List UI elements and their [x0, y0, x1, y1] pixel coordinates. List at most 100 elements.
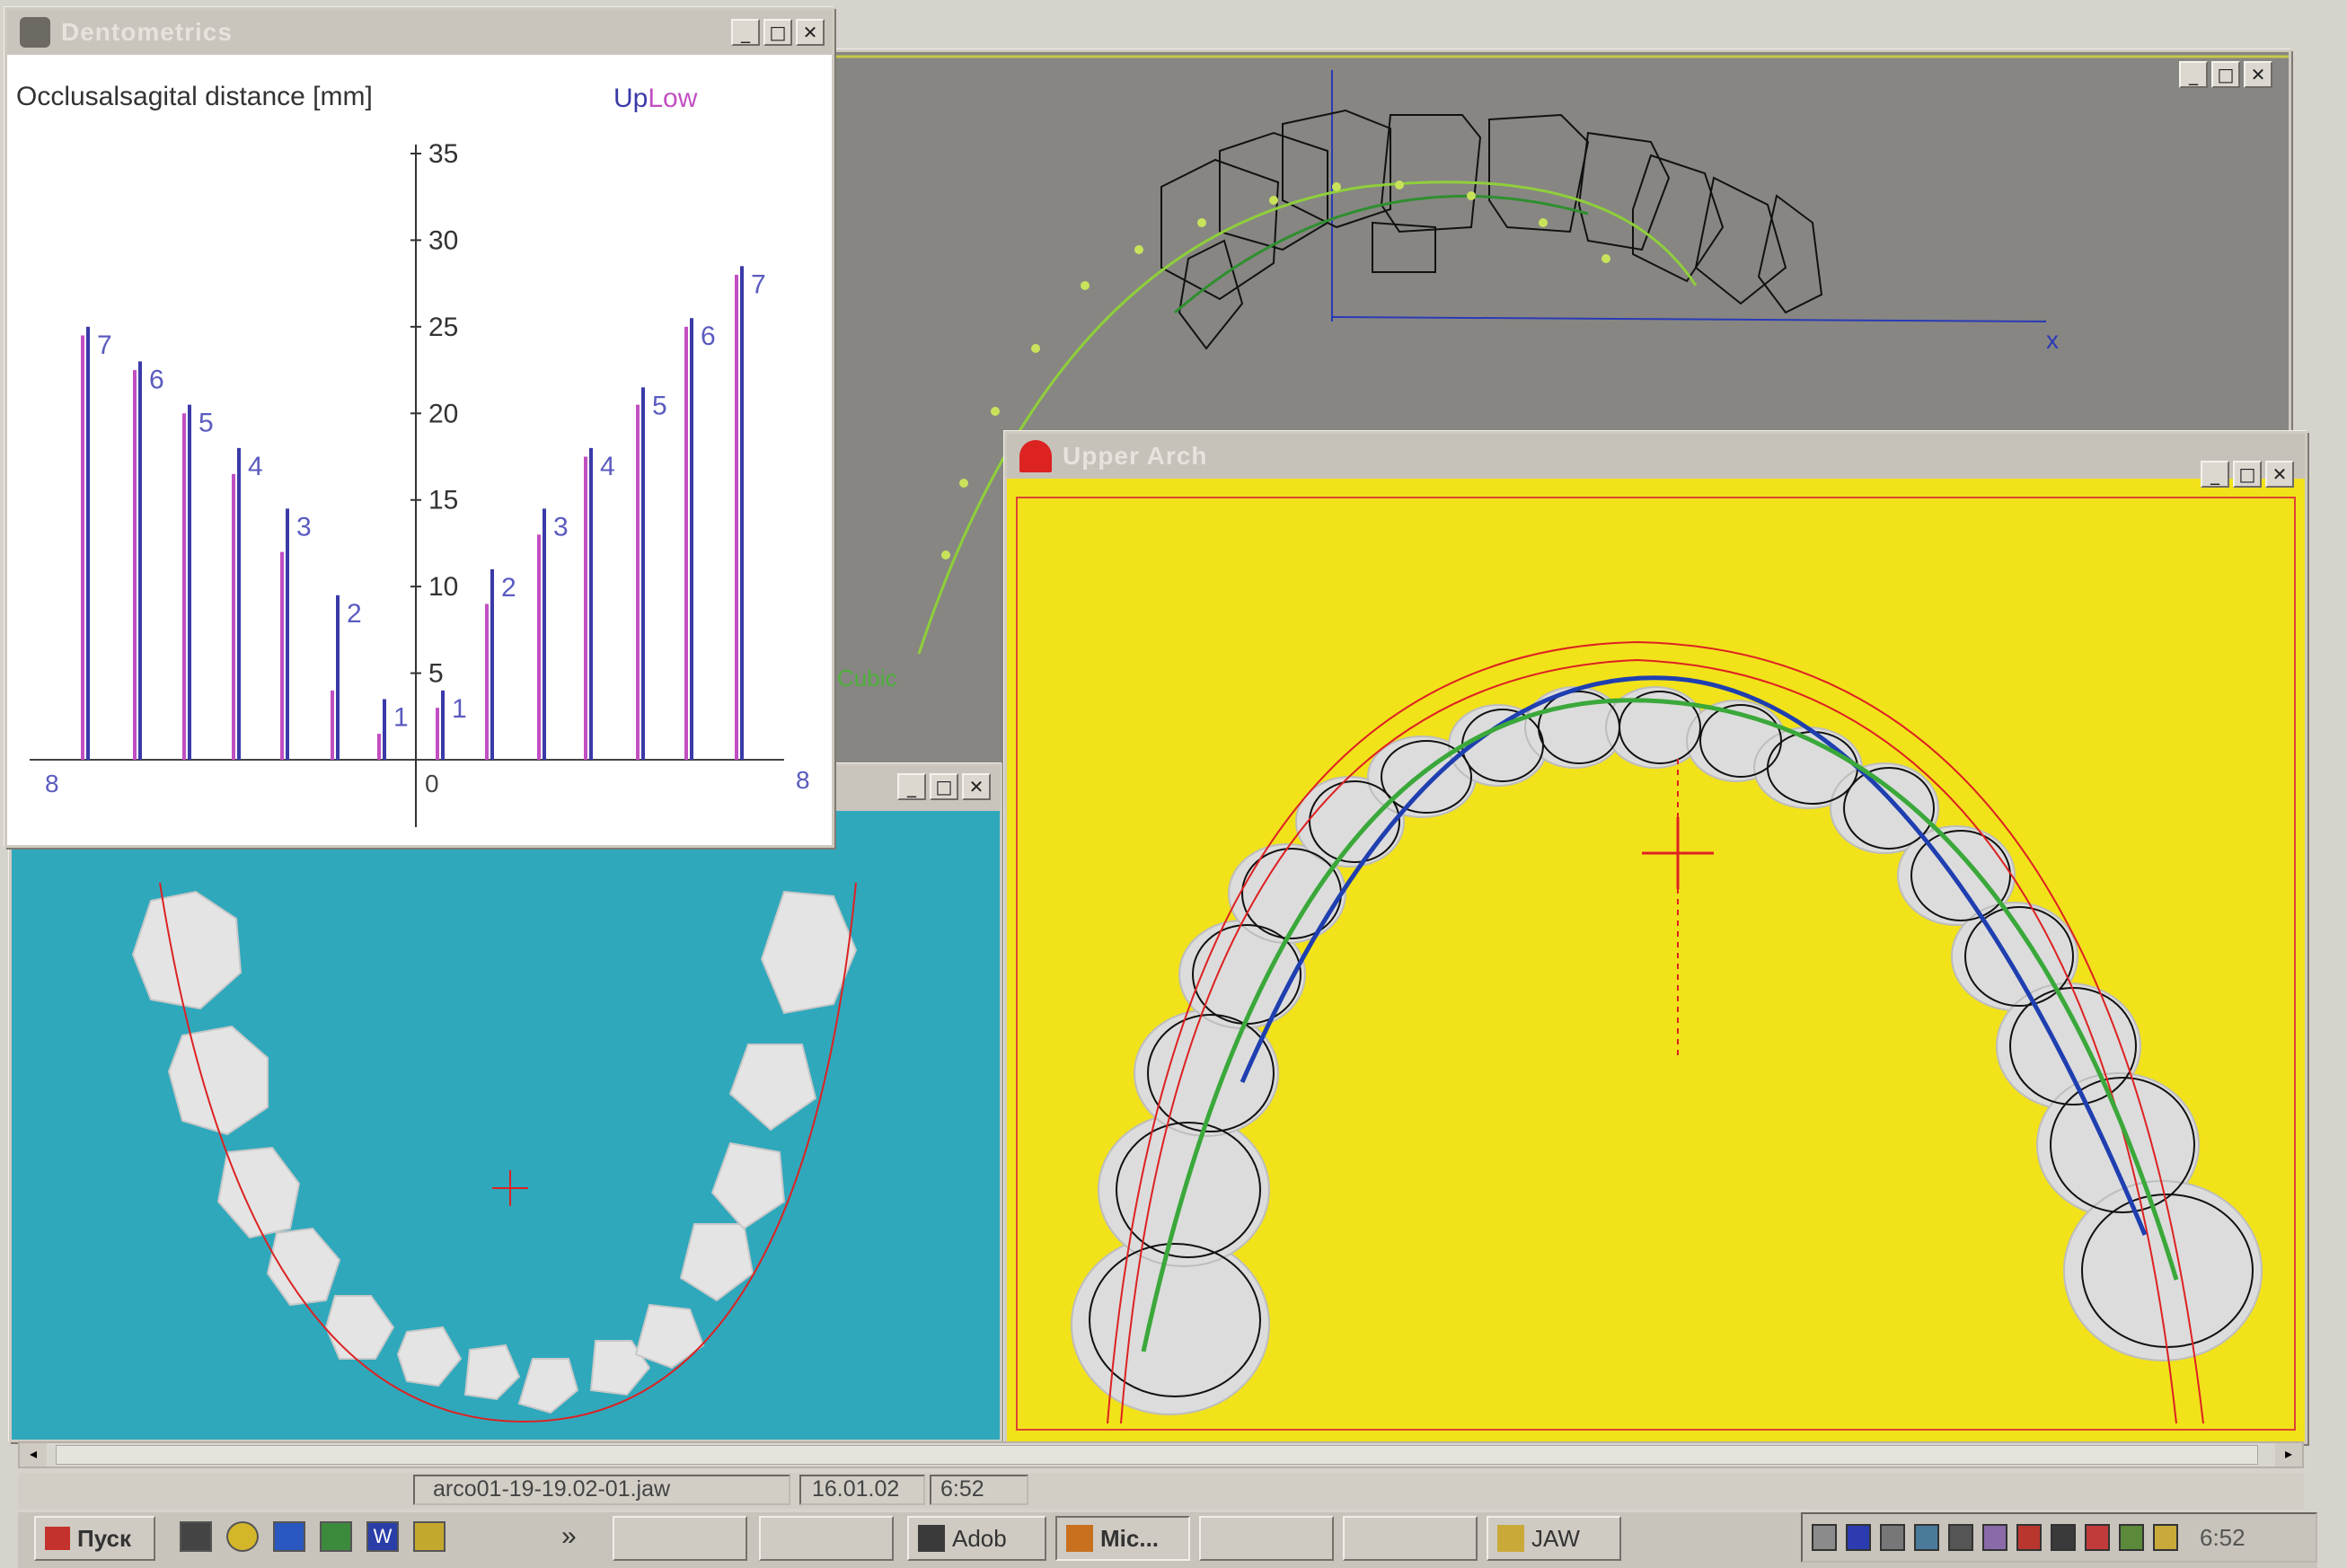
quick-launch: W — [180, 1521, 446, 1552]
chart-heading: Occlusalsagital distance [mm] — [16, 82, 373, 111]
start-button[interactable]: Пуск — [34, 1516, 155, 1561]
sound-icon[interactable] — [1880, 1524, 1905, 1551]
browser-icon[interactable] — [273, 1521, 305, 1552]
close-button[interactable]: ✕ — [962, 773, 991, 800]
bar-up — [490, 568, 494, 760]
lower-window-controls: _ □ ✕ — [897, 773, 991, 800]
status-date: 16.01.02 — [799, 1475, 925, 1505]
start-label: Пуск — [77, 1524, 131, 1552]
scroll-right-arrow[interactable]: ▸ — [2275, 1443, 2302, 1467]
bar-up — [336, 595, 340, 760]
bar-low — [636, 404, 640, 760]
bar-low — [537, 534, 541, 760]
bar-label: 7 — [751, 269, 766, 299]
task-label: Mic... — [1100, 1524, 1160, 1552]
upper-window-controls: _ □ ✕ — [2201, 461, 2294, 488]
maximize-button[interactable]: □ — [930, 773, 958, 800]
arch-icon — [1019, 440, 1052, 472]
y-tick-label: 25 — [428, 313, 458, 342]
minimize-button[interactable]: _ — [897, 773, 926, 800]
lower-arch-canvas — [12, 811, 1000, 1440]
legend: UpLow — [613, 84, 697, 114]
bar-low — [584, 456, 587, 760]
adobe-icon — [918, 1525, 945, 1552]
tray-app-icon-2[interactable] — [1948, 1524, 1973, 1551]
tray-app-icon-5[interactable] — [2085, 1524, 2110, 1551]
task-label: JAW — [1531, 1524, 1580, 1552]
taskbar-item-blank-2[interactable] — [759, 1516, 894, 1561]
app-launch-icon[interactable] — [413, 1521, 446, 1552]
taskbar-item-blank-1[interactable] — [613, 1516, 747, 1561]
bar-label: 6 — [701, 322, 716, 351]
upper-arch-window: Upper Arch _ □ ✕ — [1004, 431, 2307, 1444]
bar-up — [383, 699, 386, 760]
windows-logo-icon — [45, 1527, 70, 1550]
close-button[interactable]: ✕ — [2265, 461, 2294, 488]
bar-up — [86, 326, 90, 760]
bar-label: 5 — [652, 391, 667, 420]
keyboard-layout-icon[interactable] — [1846, 1524, 1871, 1551]
network-icon[interactable] — [1812, 1524, 1837, 1551]
dentometrics-titlebar: Dentometrics — [7, 10, 832, 55]
dentometrics-window: Dentometrics _ □ ✕ Occlusalsagital dista… — [4, 7, 834, 850]
bar-low — [485, 603, 489, 760]
bar-label: 4 — [248, 452, 263, 481]
status-file: arco01-19-19.02-01.jaw — [413, 1475, 790, 1505]
tray-app-icon-6[interactable] — [2119, 1524, 2144, 1551]
bar-up — [441, 690, 445, 760]
taskbar-item-microsoft[interactable]: Mic... — [1055, 1516, 1190, 1561]
task-label: Adob — [952, 1524, 1007, 1552]
taskbar-item-blank-4[interactable] — [1343, 1516, 1478, 1561]
bar-up — [543, 508, 546, 760]
bar-low — [331, 690, 334, 760]
bar-label: 7 — [97, 330, 112, 360]
upper-arch-canvas — [1016, 497, 2296, 1431]
x-zero-label: 0 — [425, 770, 439, 797]
bar-label: 5 — [199, 409, 214, 438]
bar-low — [232, 473, 235, 760]
scroll-thumb[interactable] — [56, 1445, 2258, 1465]
status-time: 6:52 — [930, 1475, 1028, 1505]
system-tray: 6:52 — [1801, 1512, 2317, 1563]
dentometrics-title: Dentometrics — [61, 18, 233, 46]
bar-up — [589, 447, 593, 760]
tray-app-icon-7[interactable] — [2153, 1524, 2178, 1551]
bar-up — [740, 266, 744, 760]
bar-up — [641, 387, 645, 760]
x-right-label: 8 — [796, 766, 810, 794]
tray-app-icon-4[interactable] — [2051, 1524, 2076, 1551]
gear-icon[interactable] — [226, 1521, 259, 1552]
clock: 6:52 — [2200, 1523, 2246, 1551]
tray-app-icon-3[interactable] — [1982, 1524, 2007, 1551]
bar-up — [286, 508, 289, 760]
scroll-left-arrow[interactable]: ◂ — [20, 1443, 47, 1467]
taskbar-item-blank-3[interactable] — [1199, 1516, 1334, 1561]
minimize-button[interactable]: _ — [2201, 461, 2229, 488]
maximize-button[interactable]: □ — [2233, 461, 2262, 488]
minimize-button[interactable]: _ — [731, 19, 760, 46]
taskbar-item-adobe[interactable]: Adob — [907, 1516, 1046, 1561]
upper-arch-title: Upper Arch — [1063, 442, 1208, 470]
office-icon — [1066, 1525, 1093, 1552]
bar-label: 4 — [600, 452, 615, 481]
y-tick-label: 30 — [428, 225, 458, 255]
axis-x-label: x — [2046, 326, 2059, 354]
shield-icon[interactable] — [2016, 1524, 2042, 1551]
bar-label: 6 — [149, 365, 164, 394]
maximize-button[interactable]: □ — [763, 19, 792, 46]
quick-launch-chevron[interactable]: » — [561, 1521, 577, 1552]
tray-app-icon-1[interactable] — [1914, 1524, 1939, 1551]
bar-up — [237, 447, 241, 760]
desktop-icon[interactable] — [180, 1521, 212, 1552]
taskbar-item-jaw[interactable]: JAW — [1487, 1516, 1621, 1561]
close-button[interactable]: ✕ — [796, 19, 825, 46]
status-bar: arco01-19-19.02-01.jaw 16.01.02 6:52 — [18, 1473, 2304, 1509]
word-icon[interactable]: W — [366, 1521, 399, 1552]
app-icon — [20, 17, 50, 48]
bar-chart: 5 10 15 20 25 30 35 7 6 5 4 3 2 1 1 2 3 4 5 6 7 — [7, 127, 832, 850]
bar-low — [684, 326, 688, 760]
bar-label: 1 — [452, 694, 467, 724]
excel-icon[interactable] — [320, 1521, 352, 1552]
jaw-icon — [1497, 1525, 1524, 1552]
horizontal-scrollbar[interactable]: ◂ ▸ — [18, 1441, 2304, 1468]
